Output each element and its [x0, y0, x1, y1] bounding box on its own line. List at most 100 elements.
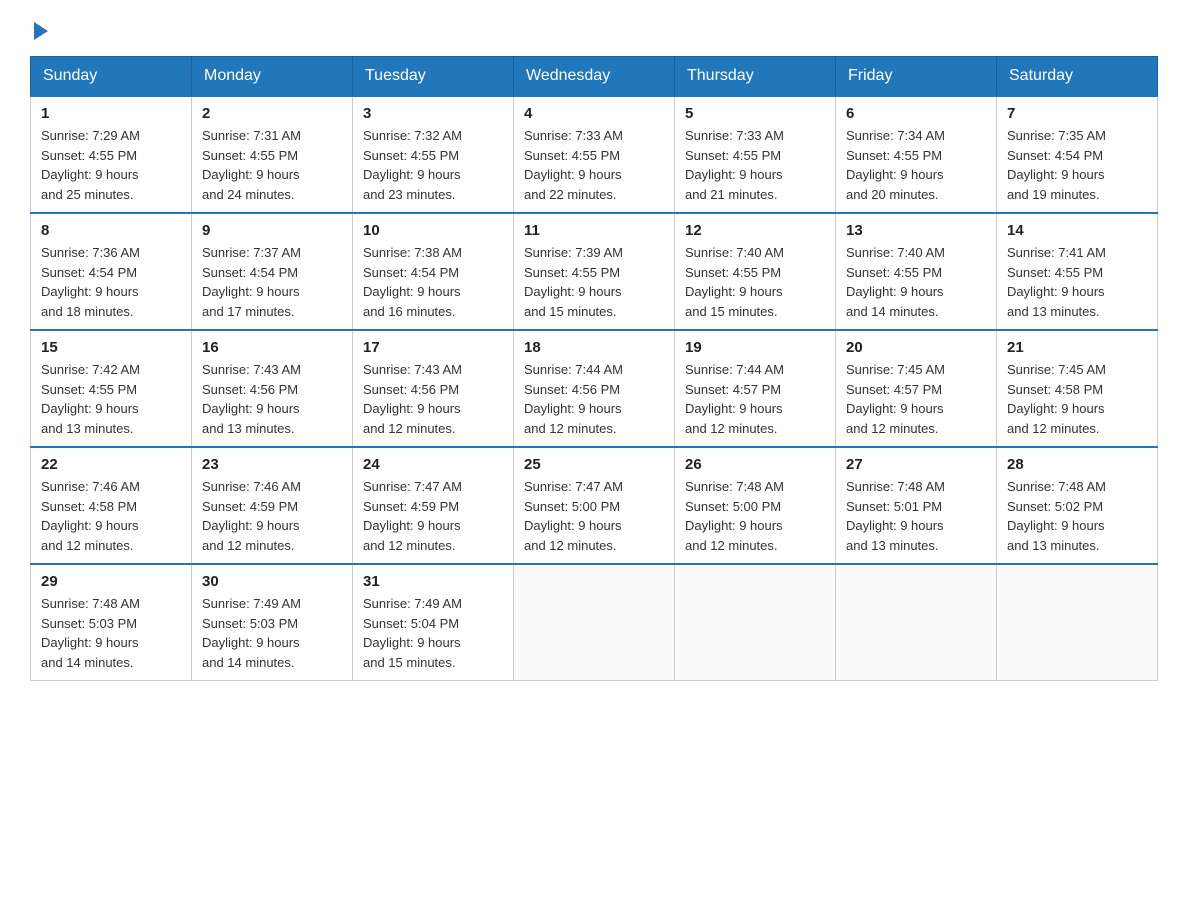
day-info: Sunrise: 7:33 AMSunset: 4:55 PMDaylight:…: [524, 126, 664, 204]
calendar-day-cell: 8 Sunrise: 7:36 AMSunset: 4:54 PMDaylight…: [31, 213, 192, 330]
day-number: 4: [524, 105, 664, 122]
day-info: Sunrise: 7:38 AMSunset: 4:54 PMDaylight:…: [363, 243, 503, 321]
day-number: 26: [685, 456, 825, 473]
day-info: Sunrise: 7:40 AMSunset: 4:55 PMDaylight:…: [685, 243, 825, 321]
day-number: 14: [1007, 222, 1147, 239]
day-number: 19: [685, 339, 825, 356]
day-info: Sunrise: 7:49 AMSunset: 5:03 PMDaylight:…: [202, 594, 342, 672]
day-info: Sunrise: 7:45 AMSunset: 4:58 PMDaylight:…: [1007, 360, 1147, 438]
calendar-day-cell: 23 Sunrise: 7:46 AMSunset: 4:59 PMDayligh…: [192, 447, 353, 564]
day-info: Sunrise: 7:34 AMSunset: 4:55 PMDaylight:…: [846, 126, 986, 204]
day-info: Sunrise: 7:40 AMSunset: 4:55 PMDaylight:…: [846, 243, 986, 321]
day-number: 15: [41, 339, 181, 356]
day-info: Sunrise: 7:47 AMSunset: 4:59 PMDaylight:…: [363, 477, 503, 555]
header: [30, 20, 1158, 36]
calendar-day-cell: 17 Sunrise: 7:43 AMSunset: 4:56 PMDayligh…: [353, 330, 514, 447]
day-number: 1: [41, 105, 181, 122]
day-info: Sunrise: 7:39 AMSunset: 4:55 PMDaylight:…: [524, 243, 664, 321]
calendar-day-cell: 2 Sunrise: 7:31 AMSunset: 4:55 PMDaylight…: [192, 96, 353, 213]
calendar-header-row: SundayMondayTuesdayWednesdayThursdayFrid…: [31, 57, 1158, 97]
calendar-day-cell: 14 Sunrise: 7:41 AMSunset: 4:55 PMDayligh…: [997, 213, 1158, 330]
calendar-week-row: 15 Sunrise: 7:42 AMSunset: 4:55 PMDayligh…: [31, 330, 1158, 447]
day-number: 30: [202, 573, 342, 590]
day-info: Sunrise: 7:31 AMSunset: 4:55 PMDaylight:…: [202, 126, 342, 204]
day-info: Sunrise: 7:42 AMSunset: 4:55 PMDaylight:…: [41, 360, 181, 438]
day-info: Sunrise: 7:41 AMSunset: 4:55 PMDaylight:…: [1007, 243, 1147, 321]
calendar-day-cell: 5 Sunrise: 7:33 AMSunset: 4:55 PMDaylight…: [675, 96, 836, 213]
calendar-day-cell: 7 Sunrise: 7:35 AMSunset: 4:54 PMDaylight…: [997, 96, 1158, 213]
calendar-table: SundayMondayTuesdayWednesdayThursdayFrid…: [30, 56, 1158, 681]
day-number: 16: [202, 339, 342, 356]
calendar-day-cell: 16Sunrise: 7:43 AMSunset: 4:56 PMDayligh…: [192, 330, 353, 447]
day-number: 31: [363, 573, 503, 590]
day-number: 22: [41, 456, 181, 473]
day-number: 8: [41, 222, 181, 239]
day-number: 10: [363, 222, 503, 239]
calendar-day-cell: 9 Sunrise: 7:37 AMSunset: 4:54 PMDaylight…: [192, 213, 353, 330]
day-number: 29: [41, 573, 181, 590]
day-number: 11: [524, 222, 664, 239]
day-number: 23: [202, 456, 342, 473]
calendar-day-cell: 6 Sunrise: 7:34 AMSunset: 4:55 PMDaylight…: [836, 96, 997, 213]
day-info: Sunrise: 7:33 AMSunset: 4:55 PMDaylight:…: [685, 126, 825, 204]
calendar-day-cell: 21 Sunrise: 7:45 AMSunset: 4:58 PMDayligh…: [997, 330, 1158, 447]
day-info: Sunrise: 7:48 AMSunset: 5:03 PMDaylight:…: [41, 594, 181, 672]
day-number: 21: [1007, 339, 1147, 356]
calendar-day-cell: 26 Sunrise: 7:48 AMSunset: 5:00 PMDayligh…: [675, 447, 836, 564]
day-info: Sunrise: 7:46 AMSunset: 4:58 PMDaylight:…: [41, 477, 181, 555]
day-info: Sunrise: 7:48 AMSunset: 5:02 PMDaylight:…: [1007, 477, 1147, 555]
calendar-day-cell: 19 Sunrise: 7:44 AMSunset: 4:57 PMDayligh…: [675, 330, 836, 447]
calendar-header-saturday: Saturday: [997, 57, 1158, 97]
calendar-day-cell: [675, 564, 836, 681]
calendar-day-cell: 29 Sunrise: 7:48 AMSunset: 5:03 PMDayligh…: [31, 564, 192, 681]
day-number: 25: [524, 456, 664, 473]
calendar-day-cell: 31 Sunrise: 7:49 AMSunset: 5:04 PMDayligh…: [353, 564, 514, 681]
calendar-day-cell: 13Sunrise: 7:40 AMSunset: 4:55 PMDayligh…: [836, 213, 997, 330]
day-number: 2: [202, 105, 342, 122]
day-number: 3: [363, 105, 503, 122]
calendar-day-cell: [836, 564, 997, 681]
calendar-header-monday: Monday: [192, 57, 353, 97]
day-number: 17: [363, 339, 503, 356]
calendar-day-cell: 22 Sunrise: 7:46 AMSunset: 4:58 PMDayligh…: [31, 447, 192, 564]
day-number: 5: [685, 105, 825, 122]
day-number: 9: [202, 222, 342, 239]
calendar-day-cell: 27Sunrise: 7:48 AMSunset: 5:01 PMDayligh…: [836, 447, 997, 564]
calendar-header-wednesday: Wednesday: [514, 57, 675, 97]
calendar-day-cell: 4 Sunrise: 7:33 AMSunset: 4:55 PMDaylight…: [514, 96, 675, 213]
calendar-day-cell: 20 Sunrise: 7:45 AMSunset: 4:57 PMDayligh…: [836, 330, 997, 447]
day-info: Sunrise: 7:36 AMSunset: 4:54 PMDaylight:…: [41, 243, 181, 321]
logo-general-text: [30, 20, 48, 40]
day-number: 18: [524, 339, 664, 356]
day-number: 6: [846, 105, 986, 122]
day-info: Sunrise: 7:49 AMSunset: 5:04 PMDaylight:…: [363, 594, 503, 672]
day-info: Sunrise: 7:45 AMSunset: 4:57 PMDaylight:…: [846, 360, 986, 438]
calendar-week-row: 8 Sunrise: 7:36 AMSunset: 4:54 PMDaylight…: [31, 213, 1158, 330]
day-info: Sunrise: 7:44 AMSunset: 4:57 PMDaylight:…: [685, 360, 825, 438]
logo: [30, 20, 48, 36]
day-info: Sunrise: 7:46 AMSunset: 4:59 PMDaylight:…: [202, 477, 342, 555]
day-info: Sunrise: 7:29 AMSunset: 4:55 PMDaylight:…: [41, 126, 181, 204]
calendar-day-cell: 12 Sunrise: 7:40 AMSunset: 4:55 PMDayligh…: [675, 213, 836, 330]
calendar-day-cell: 30 Sunrise: 7:49 AMSunset: 5:03 PMDayligh…: [192, 564, 353, 681]
day-info: Sunrise: 7:32 AMSunset: 4:55 PMDaylight:…: [363, 126, 503, 204]
calendar-day-cell: 18Sunrise: 7:44 AMSunset: 4:56 PMDayligh…: [514, 330, 675, 447]
day-info: Sunrise: 7:48 AMSunset: 5:00 PMDaylight:…: [685, 477, 825, 555]
day-info: Sunrise: 7:47 AMSunset: 5:00 PMDaylight:…: [524, 477, 664, 555]
calendar-day-cell: 1 Sunrise: 7:29 AMSunset: 4:55 PMDaylight…: [31, 96, 192, 213]
calendar-day-cell: 10 Sunrise: 7:38 AMSunset: 4:54 PMDayligh…: [353, 213, 514, 330]
calendar-header-tuesday: Tuesday: [353, 57, 514, 97]
logo-arrow-icon: [34, 22, 48, 40]
day-info: Sunrise: 7:35 AMSunset: 4:54 PMDaylight:…: [1007, 126, 1147, 204]
day-number: 27: [846, 456, 986, 473]
day-info: Sunrise: 7:43 AMSunset: 4:56 PMDaylight:…: [363, 360, 503, 438]
day-info: Sunrise: 7:37 AMSunset: 4:54 PMDaylight:…: [202, 243, 342, 321]
calendar-week-row: 22 Sunrise: 7:46 AMSunset: 4:58 PMDayligh…: [31, 447, 1158, 564]
day-number: 7: [1007, 105, 1147, 122]
day-number: 12: [685, 222, 825, 239]
calendar-day-cell: 3 Sunrise: 7:32 AMSunset: 4:55 PMDaylight…: [353, 96, 514, 213]
calendar-day-cell: 24Sunrise: 7:47 AMSunset: 4:59 PMDayligh…: [353, 447, 514, 564]
day-number: 20: [846, 339, 986, 356]
calendar-day-cell: [514, 564, 675, 681]
calendar-day-cell: 25 Sunrise: 7:47 AMSunset: 5:00 PMDayligh…: [514, 447, 675, 564]
